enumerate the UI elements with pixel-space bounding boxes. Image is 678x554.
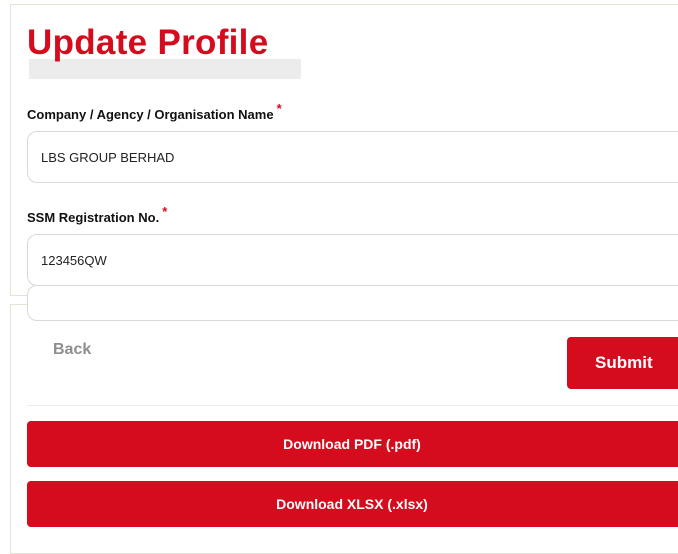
required-asterisk: * bbox=[162, 204, 168, 219]
partial-input-field[interactable] bbox=[27, 285, 678, 321]
download-xlsx-button[interactable]: Download XLSX (.xlsx) bbox=[27, 481, 678, 527]
back-button[interactable]: Back bbox=[53, 341, 91, 359]
page-title-block: Update Profile bbox=[27, 21, 301, 79]
ssm-registration-label-text: SSM Registration No. bbox=[27, 210, 160, 225]
profile-form-panel: Update Profile Company / Agency / Organi… bbox=[10, 4, 678, 296]
ssm-registration-label: SSM Registration No. * bbox=[27, 204, 167, 225]
ssm-registration-input[interactable] bbox=[27, 234, 678, 286]
divider bbox=[27, 405, 678, 406]
download-pdf-button[interactable]: Download PDF (.pdf) bbox=[27, 421, 678, 467]
company-name-label: Company / Agency / Organisation Name * bbox=[27, 101, 282, 122]
required-asterisk: * bbox=[276, 101, 282, 116]
page-title: Update Profile bbox=[27, 23, 269, 62]
form-actions-panel: Back Submit Download PDF (.pdf) Download… bbox=[10, 285, 678, 554]
company-name-input[interactable] bbox=[27, 131, 678, 183]
submit-button[interactable]: Submit bbox=[567, 337, 678, 389]
company-name-label-text: Company / Agency / Organisation Name bbox=[27, 107, 274, 122]
